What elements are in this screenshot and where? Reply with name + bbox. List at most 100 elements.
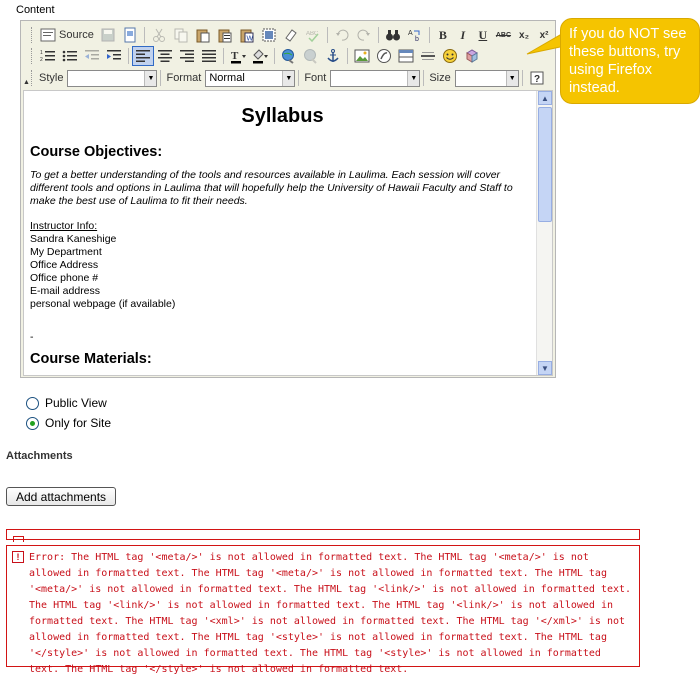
text-color-button[interactable]: T (227, 46, 249, 66)
toolbar-separator (521, 70, 523, 86)
toolbar-separator (377, 27, 379, 43)
error-message-box: ! Error: The HTML tag '<meta/>' is not a… (6, 545, 640, 675)
strikethrough-button[interactable]: ABC (493, 25, 514, 45)
flash-button[interactable] (373, 46, 395, 66)
smiley-button[interactable] (439, 46, 461, 66)
scissors-icon (152, 28, 165, 42)
indent-button[interactable] (103, 46, 125, 66)
spellcheck-icon: ABC (306, 31, 319, 43)
svg-text:2: 2 (40, 57, 43, 63)
templates-button[interactable] (119, 25, 141, 45)
align-right-button[interactable] (176, 46, 198, 66)
cut-button[interactable] (148, 25, 170, 45)
redo-icon (357, 29, 370, 41)
save-button[interactable] (97, 25, 119, 45)
horizontal-rule-button[interactable] (417, 46, 439, 66)
numbered-list-icon: 12 (40, 50, 55, 63)
public-view-radio[interactable] (26, 396, 39, 410)
link-globe-icon (282, 49, 294, 64)
svg-text:?: ? (534, 74, 540, 85)
toolbar-separator (223, 48, 224, 64)
align-center-button[interactable] (154, 46, 176, 66)
toolbar-separator (347, 48, 348, 64)
paint-bucket-icon (253, 49, 268, 64)
document-title: Syllabus (241, 105, 324, 127)
indent-icon (107, 50, 121, 60)
objectives-heading: Course Objectives: (30, 144, 163, 160)
numbered-list-button[interactable]: 12 (37, 46, 59, 66)
instructor-line: personal webpage (if available) (30, 298, 176, 310)
justify-button[interactable] (198, 46, 220, 66)
table-button[interactable] (395, 46, 417, 66)
copy-button[interactable] (170, 25, 192, 45)
style-dropdown[interactable]: ▼ (67, 69, 158, 87)
flash-icon (377, 49, 391, 63)
svg-text:W: W (246, 36, 253, 43)
background-color-button[interactable] (249, 46, 271, 66)
help-button[interactable]: ? (526, 68, 548, 88)
rich-text-editor: Source W ABC Ab B I U ABC x₂ x² 12 T Sty… (20, 20, 556, 378)
paste-word-button[interactable]: W (236, 25, 258, 45)
paste-word-icon: W (240, 29, 254, 43)
editor-content-area[interactable]: Syllabus Course Objectives: To get a bet… (23, 90, 553, 376)
instructor-line: E-mail address (30, 285, 101, 297)
font-dropdown[interactable]: ▼ (330, 69, 421, 87)
only-for-site-option[interactable]: Only for Site (26, 416, 111, 430)
unlink-icon (304, 49, 317, 64)
special-char-icon (466, 49, 478, 63)
toolbar-grip (31, 70, 34, 86)
callout-text: If you do NOT see these buttons, try usi… (569, 26, 687, 96)
image-button[interactable] (351, 46, 373, 66)
scroll-up-icon[interactable]: ▲ (538, 91, 552, 105)
italic-button[interactable]: I (453, 25, 473, 45)
undo-button[interactable] (331, 25, 353, 45)
save-icon (101, 28, 115, 42)
toolbar-row-1: Source W ABC Ab B I U ABC x₂ x² (31, 24, 554, 46)
svg-text:1: 1 (40, 50, 43, 56)
bold-button[interactable]: B (433, 25, 453, 45)
spellcheck-button[interactable]: ABC (302, 25, 324, 45)
remove-format-button[interactable] (280, 25, 302, 45)
public-view-option[interactable]: Public View (26, 396, 107, 410)
source-button[interactable]: Source (37, 25, 97, 45)
instructor-line: My Department (30, 246, 102, 258)
help-icon: ? (530, 71, 544, 85)
unlink-button[interactable] (300, 46, 322, 66)
instructor-line: Sandra Kaneshige (30, 233, 117, 245)
outdent-button[interactable] (81, 46, 103, 66)
redo-button[interactable] (353, 25, 375, 45)
editor-scrollbar[interactable]: ▲ ▼ (536, 91, 552, 375)
add-attachments-button[interactable]: Add attachments (6, 487, 116, 506)
instructor-heading: Instructor Info: (30, 220, 98, 232)
font-label: Font (304, 72, 327, 84)
underline-button[interactable]: U (473, 25, 493, 45)
anchor-button[interactable] (322, 46, 344, 66)
scroll-down-icon[interactable]: ▼ (538, 361, 552, 375)
browser-tip-callout: If you do NOT see these buttons, try usi… (560, 18, 700, 104)
toolbar-collapse-icon[interactable]: ▲ (23, 79, 30, 86)
toolbar-separator (423, 70, 425, 86)
toolbar-grip (31, 48, 34, 64)
undo-icon (335, 29, 349, 41)
special-char-button[interactable] (461, 46, 483, 66)
text-color-icon: T (231, 50, 246, 64)
copy-icon (174, 28, 188, 43)
link-button[interactable] (278, 46, 300, 66)
find-button[interactable] (382, 25, 404, 45)
public-view-label: Public View (45, 396, 107, 410)
only-for-site-radio[interactable] (26, 416, 39, 430)
justify-icon (202, 50, 216, 62)
paste-button[interactable] (192, 25, 214, 45)
align-left-button[interactable] (132, 46, 154, 66)
paste-icon (196, 29, 210, 43)
svg-text:A: A (408, 30, 413, 37)
size-dropdown[interactable]: ▼ (454, 69, 519, 87)
content-label: Content (16, 4, 55, 16)
chevron-down-icon: ▼ (144, 70, 157, 86)
select-all-button[interactable] (258, 25, 280, 45)
bulleted-list-button[interactable] (59, 46, 81, 66)
paste-text-button[interactable] (214, 25, 236, 45)
scroll-thumb[interactable] (538, 107, 552, 222)
format-dropdown[interactable]: Normal ▼ (205, 69, 296, 87)
replace-button[interactable]: Ab (404, 25, 426, 45)
